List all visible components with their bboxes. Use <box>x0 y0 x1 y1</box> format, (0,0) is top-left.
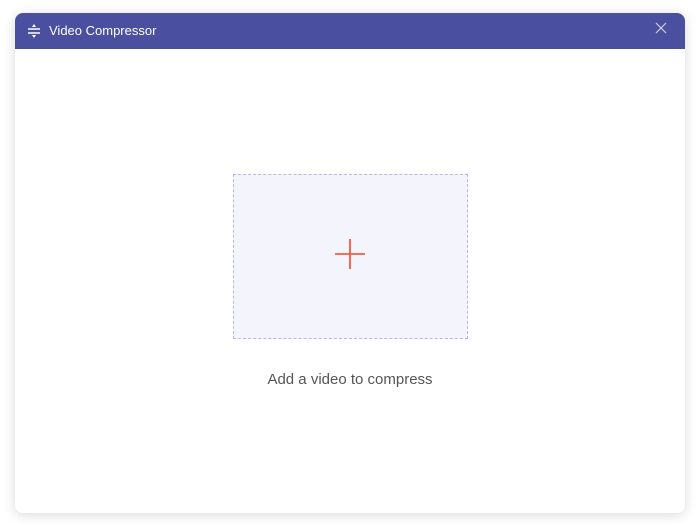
main-content: Add a video to compress <box>15 49 685 513</box>
close-icon <box>654 21 668 40</box>
titlebar-left: Video Compressor <box>27 23 156 38</box>
compress-icon <box>27 24 41 38</box>
application-window: Video Compressor Add a video to compress <box>15 13 685 513</box>
window-title: Video Compressor <box>49 23 156 38</box>
titlebar: Video Compressor <box>15 13 685 49</box>
instruction-text: Add a video to compress <box>267 371 432 388</box>
close-button[interactable] <box>649 19 673 43</box>
video-dropzone[interactable] <box>233 174 468 339</box>
plus-icon <box>329 233 371 280</box>
